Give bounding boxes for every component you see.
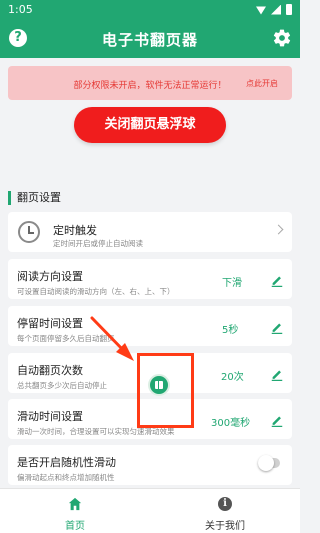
- setting-subtitle: 总共翻页多少次后自动停止: [17, 381, 107, 390]
- gear-icon[interactable]: [272, 28, 292, 48]
- battery-icon: [286, 4, 292, 15]
- setting-title: 停留时间设置: [17, 317, 83, 330]
- section-title: 翻页设置: [8, 191, 61, 205]
- setting-value: 300毫秒: [211, 418, 251, 429]
- setting-value: 20次: [221, 372, 244, 383]
- nav-label: 首页: [65, 521, 85, 532]
- setting-value: 5秒: [222, 325, 239, 336]
- clock-icon: [18, 221, 40, 243]
- info-icon: i: [218, 497, 232, 511]
- setting-title: 自动翻页次数: [17, 364, 83, 377]
- pencil-icon[interactable]: [270, 367, 284, 381]
- setting-subtitle: 每个页面停留多久后自动翻页: [17, 334, 115, 343]
- signal-icon: [271, 4, 281, 15]
- pencil-icon[interactable]: [270, 273, 284, 287]
- pencil-icon[interactable]: [270, 320, 284, 334]
- app-title: 电子书翻页器: [101, 31, 198, 49]
- bottom-nav: 首页 i 关于我们: [0, 488, 300, 533]
- setting-timer-trigger[interactable]: 定时触发 定时间开启或停止自动阅读: [8, 212, 292, 252]
- setting-read-direction[interactable]: 阅读方向设置 可设置自动阅读的滑动方向（左、右、上、下） 下滑: [8, 259, 292, 299]
- setting-random-swipe[interactable]: 是否开启随机性滑动 偏滑动起点和终点增加随机性: [8, 445, 292, 485]
- pencil-icon[interactable]: [270, 413, 284, 427]
- status-bar: 1:05: [0, 0, 300, 20]
- nav-label: 关于我们: [205, 521, 245, 532]
- home-icon: [68, 497, 82, 511]
- permission-alert[interactable]: 部分权限未开启，软件无法正常运行！ 点此开启: [8, 66, 292, 100]
- chevron-right-icon: [273, 224, 284, 235]
- setting-dwell-time[interactable]: 停留时间设置 每个页面停留多久后自动翻页 5秒: [8, 306, 292, 346]
- setting-title: 是否开启随机性滑动: [17, 456, 116, 469]
- status-icons: [256, 4, 292, 15]
- enable-permission-link[interactable]: 点此开启: [246, 78, 278, 89]
- setting-title: 滑动时间设置: [17, 410, 83, 423]
- wifi-icon: [256, 6, 266, 15]
- nav-item-about[interactable]: i 关于我们: [150, 489, 300, 533]
- status-time: 1:05: [8, 3, 33, 16]
- setting-subtitle: 偏滑动起点和终点增加随机性: [17, 473, 115, 482]
- setting-title: 定时触发: [53, 224, 97, 237]
- app-bar: ? 电子书翻页器: [0, 20, 300, 58]
- toggle-knob: [258, 455, 274, 471]
- nav-item-home[interactable]: 首页: [0, 489, 150, 533]
- setting-title: 阅读方向设置: [17, 270, 83, 283]
- floating-ball-icon[interactable]: [148, 374, 170, 396]
- book-icon: [155, 381, 163, 389]
- random-swipe-toggle[interactable]: [258, 455, 280, 471]
- close-float-ball-button[interactable]: 关闭翻页悬浮球: [74, 107, 226, 143]
- setting-value: 下滑: [222, 278, 242, 289]
- setting-subtitle: 可设置自动阅读的滑动方向（左、右、上、下）: [17, 287, 175, 296]
- setting-subtitle: 定时间开启或停止自动阅读: [53, 239, 143, 248]
